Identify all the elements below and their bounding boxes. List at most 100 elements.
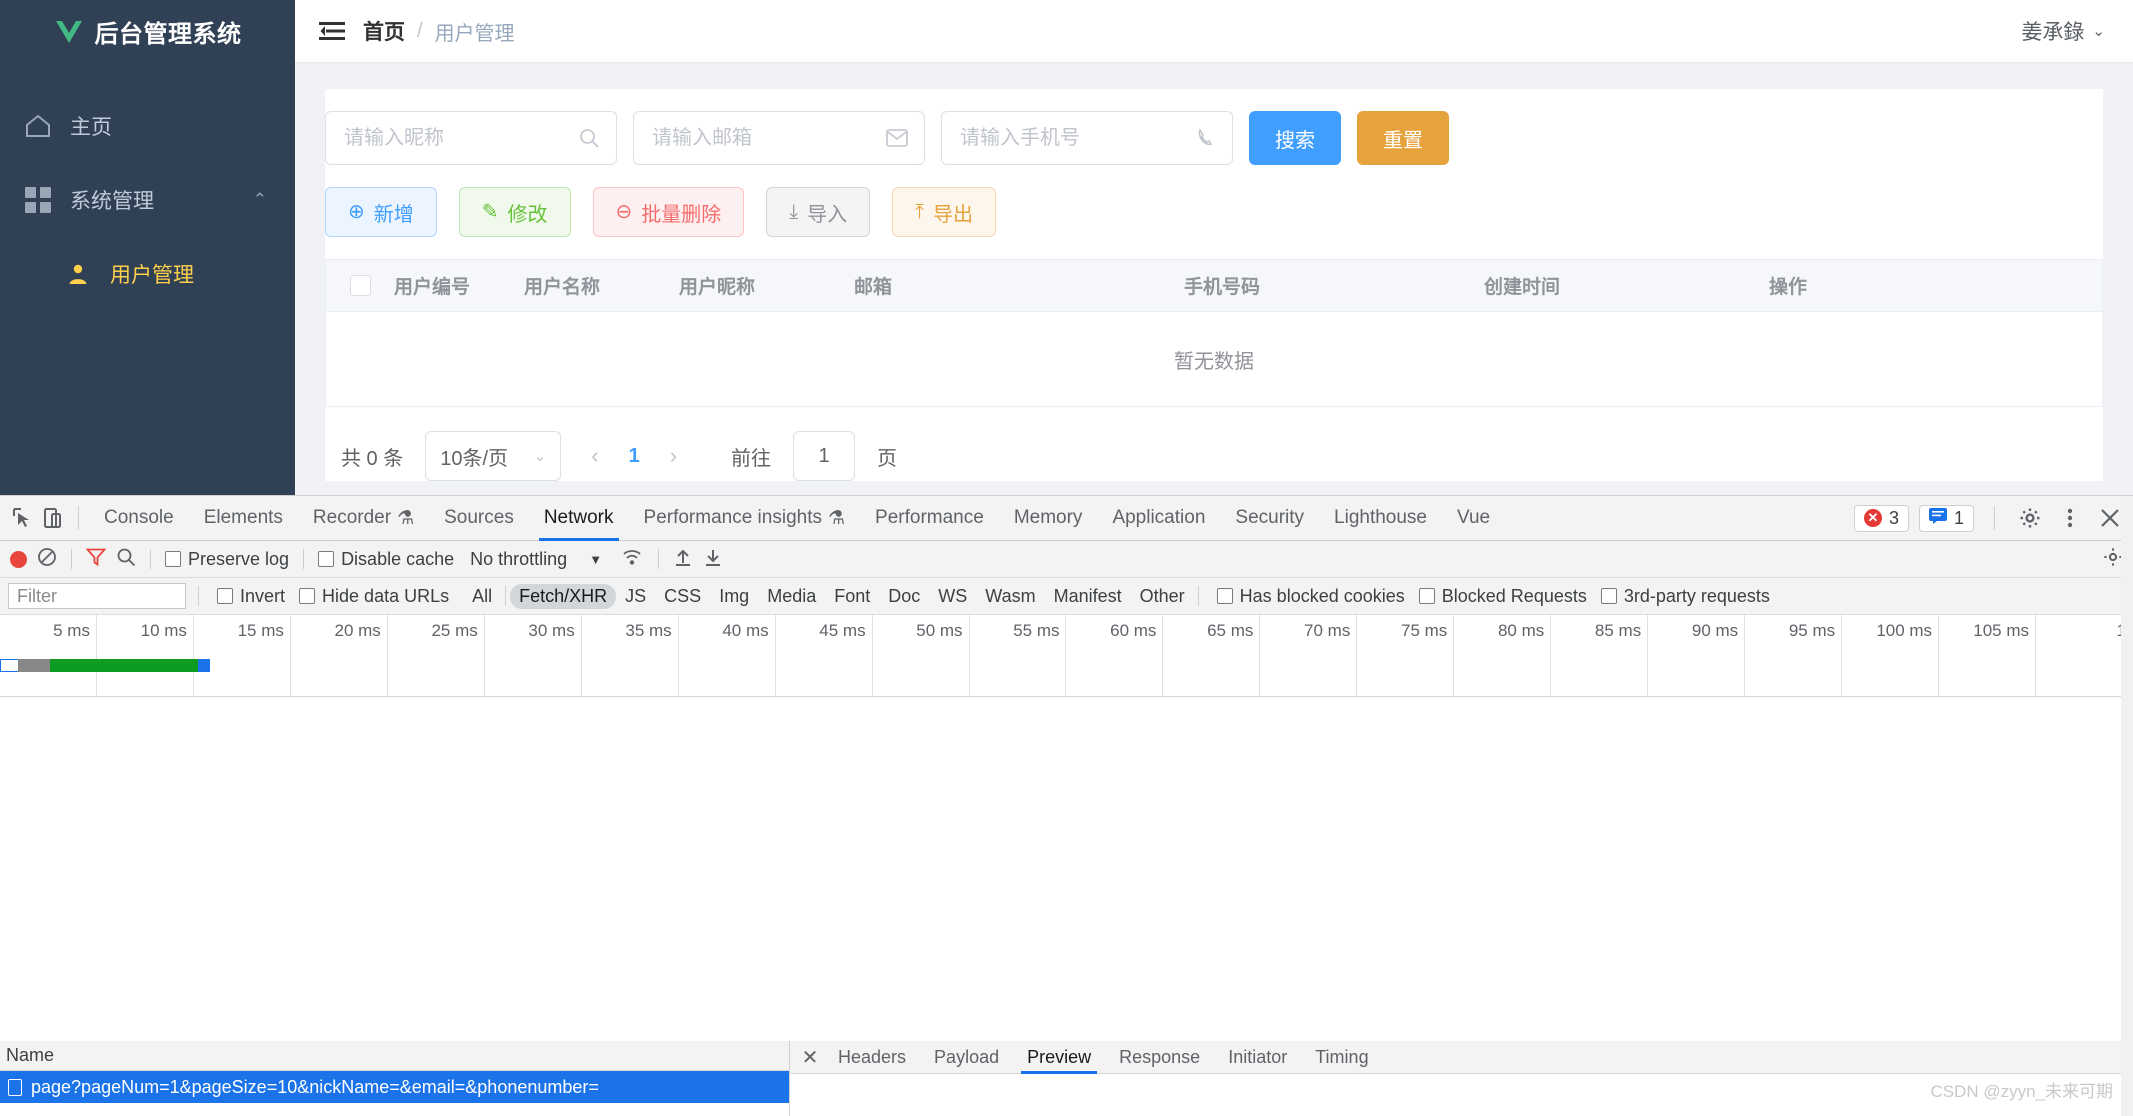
request-list: Name page?pageNum=1&pageSize=10&nickName…: [0, 1041, 790, 1116]
tab-performance[interactable]: Performance: [860, 496, 999, 541]
type-filter-wasm[interactable]: Wasm: [976, 584, 1044, 609]
goto-page-input[interactable]: 1: [793, 431, 856, 481]
hide-data-urls-checkbox[interactable]: Hide data URLs: [299, 586, 449, 607]
email-input[interactable]: [650, 125, 886, 151]
nickname-field[interactable]: [325, 111, 617, 165]
tab-sources[interactable]: Sources: [429, 496, 529, 541]
network-lower-pane: Name page?pageNum=1&pageSize=10&nickName…: [0, 1041, 2133, 1116]
page-number-1[interactable]: 1: [629, 445, 640, 468]
tab-application[interactable]: Application: [1097, 496, 1220, 541]
timeline-tick: 40 ms: [679, 615, 776, 696]
filter-input[interactable]: Filter: [8, 583, 186, 609]
throttling-select[interactable]: No throttling: [470, 549, 567, 570]
type-filter-img[interactable]: Img: [710, 584, 758, 609]
export-har-icon[interactable]: [703, 547, 723, 572]
close-detail-icon[interactable]: ✕: [796, 1045, 824, 1070]
sidebar-item-user-management[interactable]: 用户管理: [0, 237, 295, 311]
chevron-up-icon[interactable]: ⌃: [253, 190, 267, 210]
email-field[interactable]: [633, 111, 925, 165]
type-filter-doc[interactable]: Doc: [879, 584, 929, 609]
user-menu[interactable]: 姜承錄 ⌄: [2021, 16, 2105, 46]
type-filter-manifest[interactable]: Manifest: [1045, 584, 1131, 609]
devtools-scrollbar[interactable]: [2121, 496, 2133, 1116]
blocked-requests-checkbox[interactable]: Blocked Requests: [1418, 586, 1587, 607]
subtab-response[interactable]: Response: [1105, 1041, 1214, 1074]
type-filter-js[interactable]: JS: [616, 584, 655, 609]
tab-network[interactable]: Network: [529, 496, 629, 541]
device-toolbar-icon[interactable]: [38, 503, 68, 533]
next-page-button[interactable]: ›: [662, 443, 685, 469]
search-icon[interactable]: [116, 547, 136, 572]
column-operations: 操作: [1769, 277, 1808, 298]
checkbox-box: [299, 588, 316, 604]
batch-delete-button[interactable]: ⊖ 批量删除: [592, 187, 745, 237]
table-header-row: 用户编号 用户名称 用户昵称 邮箱 手机号码 创建时间 操作: [326, 260, 2102, 312]
subtab-preview[interactable]: Preview: [1013, 1041, 1105, 1074]
subtab-headers[interactable]: Headers: [824, 1041, 920, 1074]
tab-lighthouse[interactable]: Lighthouse: [1319, 496, 1442, 541]
message-count-badge[interactable]: 1: [1918, 504, 1974, 532]
checkbox-box: [1216, 588, 1233, 604]
sidebar-item-home[interactable]: 主页: [0, 89, 295, 163]
filter-icon[interactable]: [85, 547, 107, 572]
search-button[interactable]: 搜索: [1249, 111, 1341, 165]
import-button[interactable]: ⤓ 导入: [766, 187, 871, 237]
sidebar-item-system[interactable]: 系统管理 ⌃: [0, 163, 295, 237]
reset-button[interactable]: 重置: [1357, 111, 1449, 165]
request-name: page?pageNum=1&pageSize=10&nickName=&ema…: [31, 1076, 599, 1097]
more-options-icon[interactable]: [2055, 503, 2085, 533]
subtab-payload[interactable]: Payload: [920, 1041, 1013, 1074]
type-filter-all[interactable]: All: [463, 584, 501, 609]
tab-recorder[interactable]: Recorder ⚗: [298, 496, 429, 541]
request-list-header[interactable]: Name: [0, 1041, 789, 1071]
gear-icon[interactable]: [2015, 503, 2045, 533]
type-filter-other[interactable]: Other: [1131, 584, 1194, 609]
disable-cache-checkbox[interactable]: Disable cache: [318, 549, 454, 570]
select-all-cell[interactable]: [326, 275, 394, 296]
clear-icon[interactable]: [37, 547, 57, 572]
collapse-menu-icon[interactable]: [319, 21, 345, 41]
nickname-input[interactable]: [342, 125, 578, 151]
subtab-initiator[interactable]: Initiator: [1214, 1041, 1301, 1074]
devtools-settings-icon[interactable]: [2103, 547, 2123, 572]
breadcrumb-home[interactable]: 首页: [363, 16, 405, 46]
timeline-tick-label: 5 ms: [53, 621, 90, 640]
tab-vue[interactable]: Vue: [1442, 496, 1505, 541]
network-conditions-icon[interactable]: [622, 547, 644, 572]
action-bar: ⊕ 新增 ✎ 修改 ⊖ 批量删除 ⤓ 导入 ⤒ 导出: [325, 165, 2103, 237]
tab-console[interactable]: Console: [89, 496, 189, 541]
chevron-down-icon[interactable]: ▼: [589, 552, 602, 567]
export-button[interactable]: ⤒ 导出: [892, 187, 996, 237]
type-filter-css[interactable]: CSS: [655, 584, 710, 609]
tab-security[interactable]: Security: [1220, 496, 1319, 541]
phone-field[interactable]: [941, 111, 1233, 165]
add-button[interactable]: ⊕ 新增: [325, 187, 437, 237]
third-party-requests-checkbox[interactable]: 3rd-party requests: [1600, 586, 1770, 607]
tab-memory[interactable]: Memory: [999, 496, 1098, 541]
preserve-log-checkbox[interactable]: Preserve log: [165, 549, 289, 570]
import-har-icon[interactable]: [673, 547, 693, 572]
error-count-badge[interactable]: ✕ 3: [1853, 504, 1909, 532]
phone-input[interactable]: [958, 125, 1196, 151]
prev-page-button[interactable]: ‹: [583, 443, 606, 469]
inspect-element-icon[interactable]: [8, 503, 38, 533]
page-unit-label: 页: [877, 447, 898, 470]
request-row[interactable]: page?pageNum=1&pageSize=10&nickName=&ema…: [0, 1071, 789, 1103]
subtab-timing[interactable]: Timing: [1301, 1041, 1382, 1074]
invert-checkbox[interactable]: Invert: [217, 586, 285, 607]
record-button[interactable]: [10, 550, 27, 568]
page-size-select[interactable]: 10条/页 ⌄: [425, 431, 562, 481]
tab-elements[interactable]: Elements: [189, 496, 298, 541]
app-logo[interactable]: 后台管理系统: [0, 0, 295, 63]
select-all-checkbox[interactable]: [349, 275, 371, 296]
type-filter-font[interactable]: Font: [825, 584, 879, 609]
type-filter-fetch-xhr[interactable]: Fetch/XHR: [510, 583, 617, 609]
timeline-tick: 15 ms: [194, 615, 291, 696]
timeline-tick: 60 ms: [1066, 615, 1164, 696]
type-filter-media[interactable]: Media: [758, 584, 825, 609]
network-overview-timeline[interactable]: 5 ms 10 ms 15 ms 20 ms 25 ms 30 ms 35 ms 40 ms 4…: [0, 615, 2133, 697]
type-filter-ws[interactable]: WS: [929, 584, 976, 609]
tab-performance-insights[interactable]: Performance insights ⚗: [629, 496, 861, 541]
edit-button[interactable]: ✎ 修改: [458, 187, 571, 237]
has-blocked-cookies-checkbox[interactable]: Has blocked cookies: [1216, 586, 1405, 607]
